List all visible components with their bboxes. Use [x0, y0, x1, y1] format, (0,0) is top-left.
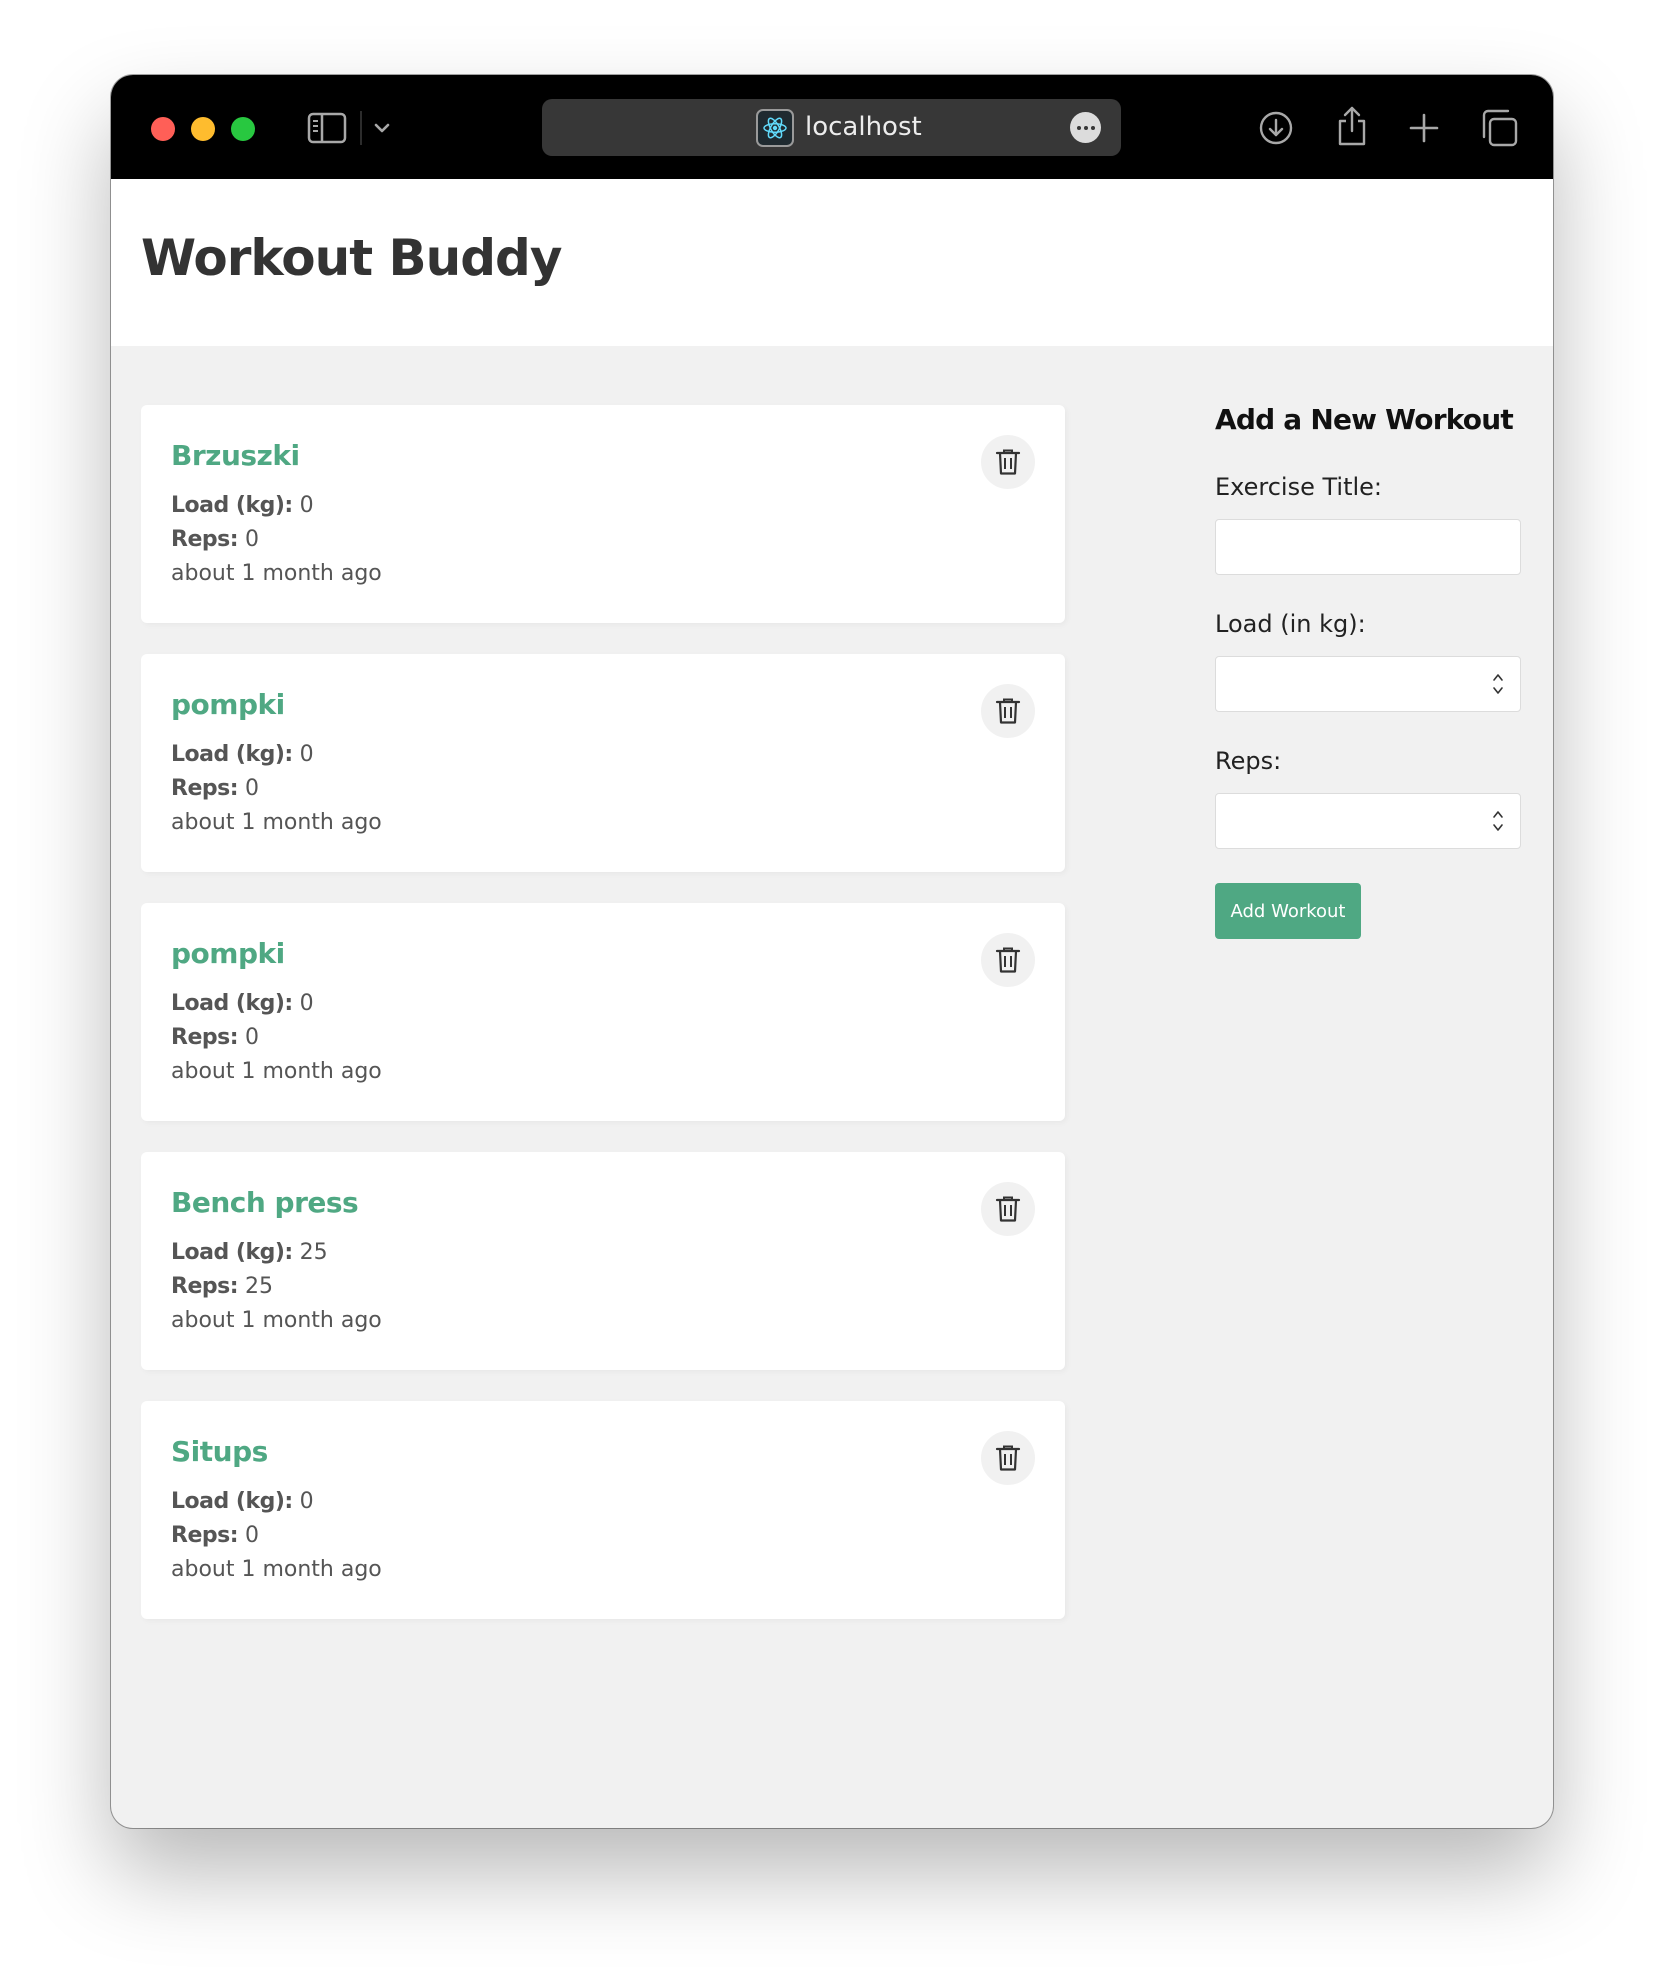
workout-load: Load (kg): 0	[171, 1489, 314, 1514]
react-atom-icon	[756, 109, 794, 147]
workout-load: Load (kg): 0	[171, 991, 314, 1016]
load-label: Load (kg):	[171, 493, 293, 518]
workout-card: pompki Load (kg): 0 Reps: 0 about 1 mont…	[141, 654, 1065, 872]
workout-reps: Reps: 0	[171, 1025, 259, 1050]
trash-icon	[995, 449, 1021, 475]
share-icon[interactable]	[1333, 105, 1371, 147]
add-workout-button[interactable]: Add Workout	[1215, 883, 1361, 939]
reps-value: 0	[245, 776, 260, 801]
delete-workout-button[interactable]	[981, 1182, 1035, 1236]
load-value: 25	[299, 1240, 328, 1265]
url-text: localhost	[805, 112, 922, 142]
delete-workout-button[interactable]	[981, 435, 1035, 489]
zoom-window-button[interactable]	[231, 117, 255, 141]
workout-timestamp: about 1 month ago	[171, 561, 382, 586]
reps-label: Reps:	[171, 1523, 239, 1548]
trash-icon	[995, 1445, 1021, 1471]
exercise-title-input[interactable]	[1215, 519, 1521, 575]
add-workout-form: Add a New Workout Exercise Title: Load (…	[1215, 403, 1521, 939]
reps-input[interactable]	[1215, 793, 1521, 849]
workout-load: Load (kg): 25	[171, 1240, 328, 1265]
delete-workout-button[interactable]	[981, 1431, 1035, 1485]
form-title: Add a New Workout	[1215, 403, 1514, 436]
delete-workout-button[interactable]	[981, 684, 1035, 738]
load-label: Load (kg):	[171, 991, 293, 1016]
workout-reps: Reps: 0	[171, 527, 259, 552]
workout-reps: Reps: 0	[171, 776, 259, 801]
more-options-icon[interactable]	[1070, 112, 1101, 143]
workout-card: Situps Load (kg): 0 Reps: 0 about 1 mont…	[141, 1401, 1065, 1619]
toolbar-divider	[360, 111, 362, 145]
load-label: Load (in kg):	[1215, 610, 1366, 638]
workout-list: Brzuszki Load (kg): 0 Reps: 0 about 1 mo…	[141, 405, 1065, 1650]
reps-value: 0	[245, 1523, 260, 1548]
trash-icon	[995, 698, 1021, 724]
address-bar[interactable]: localhost	[542, 99, 1121, 156]
workout-timestamp: about 1 month ago	[171, 810, 382, 835]
workout-timestamp: about 1 month ago	[171, 1557, 382, 1582]
number-stepper-icon[interactable]	[1488, 806, 1508, 836]
trash-icon	[995, 1196, 1021, 1222]
page-title[interactable]: Workout Buddy	[141, 229, 562, 287]
workout-timestamp: about 1 month ago	[171, 1308, 382, 1333]
load-label: Load (kg):	[171, 1489, 293, 1514]
number-stepper-icon[interactable]	[1488, 669, 1508, 699]
tab-overview-icon[interactable]	[1479, 108, 1519, 148]
reps-label: Reps:	[171, 527, 239, 552]
reps-value: 0	[245, 1025, 260, 1050]
load-value: 0	[299, 493, 314, 518]
load-label: Load (kg):	[171, 1240, 293, 1265]
new-tab-icon[interactable]	[1405, 109, 1443, 147]
workout-card: Brzuszki Load (kg): 0 Reps: 0 about 1 mo…	[141, 405, 1065, 623]
reps-value: 0	[245, 527, 260, 552]
reps-label: Reps:	[171, 1274, 239, 1299]
load-input[interactable]	[1215, 656, 1521, 712]
workout-load: Load (kg): 0	[171, 742, 314, 767]
workout-load: Load (kg): 0	[171, 493, 314, 518]
browser-window: localhost Workout Buddy Brzuszki Load (k…	[111, 75, 1553, 1828]
workout-title: Situps	[171, 1435, 268, 1468]
close-window-button[interactable]	[151, 117, 175, 141]
load-label: Load (kg):	[171, 742, 293, 767]
minimize-window-button[interactable]	[191, 117, 215, 141]
workout-timestamp: about 1 month ago	[171, 1059, 382, 1084]
workout-reps: Reps: 25	[171, 1274, 273, 1299]
workout-title: pompki	[171, 688, 285, 721]
workout-title: Bench press	[171, 1186, 359, 1219]
reps-label: Reps:	[171, 1025, 239, 1050]
reps-value: 25	[245, 1274, 274, 1299]
workout-title: Brzuszki	[171, 439, 300, 472]
workout-card: Bench press Load (kg): 25 Reps: 25 about…	[141, 1152, 1065, 1370]
load-value: 0	[299, 742, 314, 767]
page-header: Workout Buddy	[111, 179, 1553, 346]
reps-label: Reps:	[1215, 747, 1282, 775]
browser-toolbar: localhost	[111, 75, 1553, 179]
load-value: 0	[299, 991, 314, 1016]
load-value: 0	[299, 1489, 314, 1514]
download-icon[interactable]	[1257, 109, 1295, 147]
delete-workout-button[interactable]	[981, 933, 1035, 987]
exercise-title-label: Exercise Title:	[1215, 473, 1383, 501]
workout-title: pompki	[171, 937, 285, 970]
reps-label: Reps:	[171, 776, 239, 801]
sidebar-toggle-icon[interactable]	[307, 111, 347, 145]
chevron-down-icon[interactable]	[369, 115, 395, 141]
workout-reps: Reps: 0	[171, 1523, 259, 1548]
workout-card: pompki Load (kg): 0 Reps: 0 about 1 mont…	[141, 903, 1065, 1121]
trash-icon	[995, 947, 1021, 973]
